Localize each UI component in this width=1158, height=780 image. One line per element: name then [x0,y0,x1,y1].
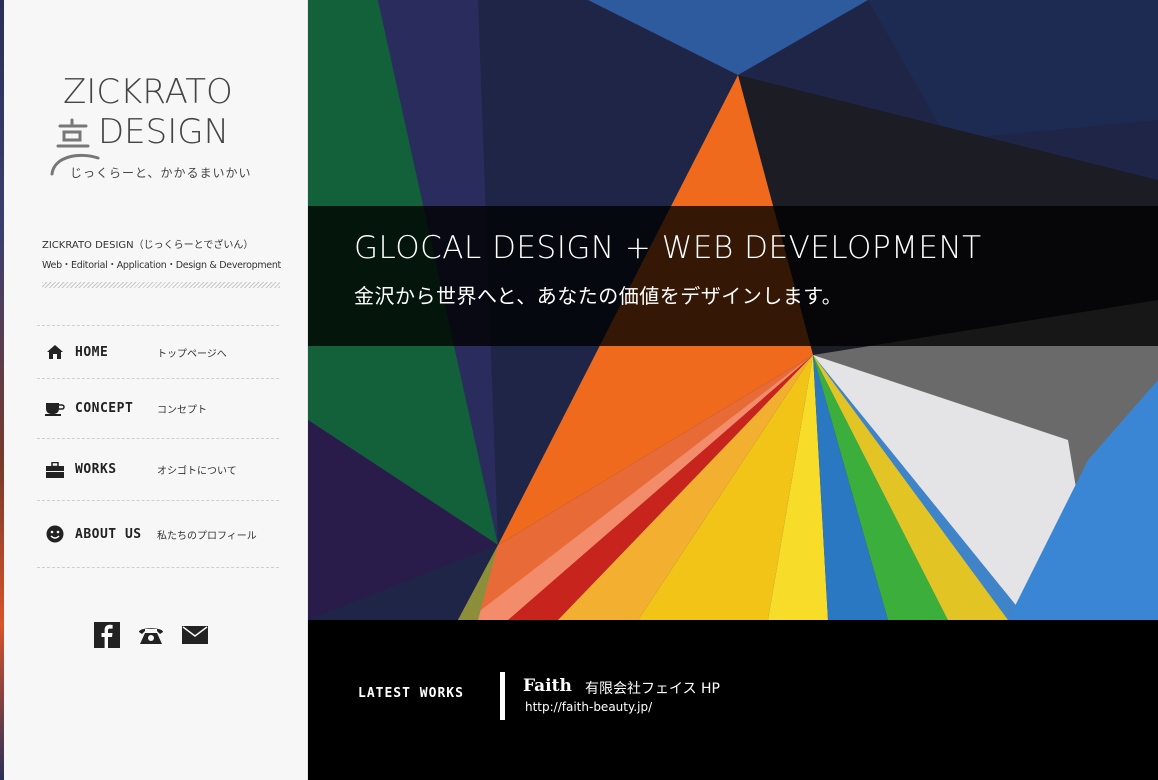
latest-work-brand[interactable]: Faith [523,676,572,696]
nav-label-en: CONCEPT [75,401,134,416]
logo-text-line1: ZICKRATO [63,72,233,112]
logo-text-line2: DESIGN [98,112,230,152]
nav-item-about-us[interactable]: ABOUT US 私たちのプロフィール [37,500,279,568]
sidebar: ZICKRATO DESIGN じっくらーと、かかるまいかい ZICKRATO … [4,0,308,780]
nav-label-en: ABOUT US [75,526,142,542]
hatch-divider [42,282,280,288]
home-icon [45,342,65,362]
site-logo[interactable]: ZICKRATO DESIGN じっくらーと、かかるまいかい [46,72,256,192]
nav-label-en: HOME [75,344,109,360]
hero-subtitle: 金沢から世界へと、あなたの価値をデザインします。 [354,284,843,308]
hero-banner: GLOCAL DESIGN + WEB DEVELOPMENT 金沢から世界へと… [308,0,1158,620]
latest-works-section: LATEST WORKS Faith 有限会社フェイス HP http://fa… [308,620,1158,780]
nav-label-en: WORKS [75,462,117,477]
social-links [94,622,208,648]
latest-works-divider [500,672,505,720]
nav-item-works[interactable]: WORKS オシゴトについて [37,438,279,500]
briefcase-icon [45,460,65,480]
hero-caption: GLOCAL DESIGN + WEB DEVELOPMENT 金沢から世界へと… [308,206,1158,346]
facebook-icon[interactable] [94,622,120,648]
mail-icon[interactable] [182,622,208,648]
site-description: ZICKRATO DESIGN（じっくらーとでざいん） Web・Editoria… [42,236,282,271]
nav-label-ja: トップページへ [157,348,227,360]
nav-label-ja: コンセプト [157,405,207,416]
logo-tagline: じっくらーと、かかるまいかい [70,166,252,180]
hero-title: GLOCAL DESIGN + WEB DEVELOPMENT [354,230,982,266]
nav-label-ja: 私たちのプロフィール [157,530,257,542]
coffee-cup-icon [45,399,65,419]
nav-label-ja: オシゴトについて [157,466,237,477]
site-name: ZICKRATO DESIGN（じっくらーとでざいん） [42,240,254,251]
smiley-icon [45,524,65,544]
latest-works-label: LATEST WORKS [358,686,464,701]
latest-work-url[interactable]: http://faith-beauty.jp/ [525,700,652,714]
phone-icon[interactable] [138,622,164,648]
nav-item-home[interactable]: HOME トップページへ [37,325,279,378]
main-nav: HOME トップページへ CONCEPT コンセプト WORKS オシゴトについ… [37,325,279,568]
latest-work-title[interactable]: 有限会社フェイス HP [585,678,720,698]
nav-item-concept[interactable]: CONCEPT コンセプト [37,378,279,438]
site-services: Web・Editorial・Application・Design & Dever… [42,260,281,271]
